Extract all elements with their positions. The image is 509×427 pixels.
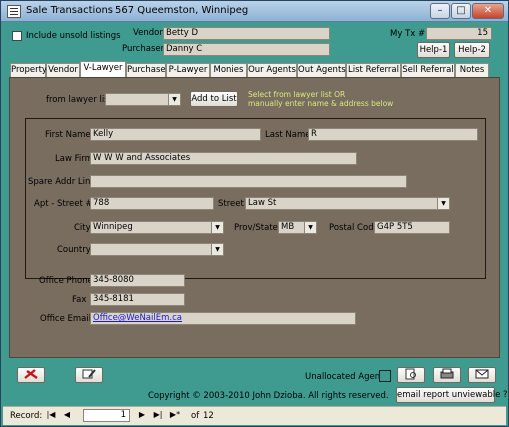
- current-record-field[interactable]: 1: [83, 409, 130, 422]
- email-report-unviewable-button[interactable]: email report unviewable ?: [396, 387, 508, 403]
- postal-code-label: Postal Code: [329, 223, 379, 233]
- email-icon[interactable]: [468, 367, 496, 383]
- tab-property[interactable]: Property: [10, 63, 47, 77]
- apt-street-label: Apt - Street #: [34, 199, 93, 209]
- print-preview-icon[interactable]: [397, 367, 425, 383]
- sale-transactions-window: Sale Transactions 567 Queemston, Winnipe…: [0, 0, 509, 427]
- street-value: Law St: [248, 198, 277, 208]
- last-name-label: Last Name: [265, 130, 311, 140]
- first-names-field[interactable]: Kelly: [90, 128, 261, 141]
- tab-out-agents[interactable]: Out Agents: [297, 63, 346, 77]
- record-label: Record:: [10, 411, 43, 421]
- spare-addr-field[interactable]: [90, 175, 407, 188]
- office-phone-field[interactable]: 345-8080: [90, 274, 185, 287]
- next-record-button[interactable]: ▶: [136, 409, 148, 421]
- unallocated-agents-label: Unallocated Agents: [305, 372, 388, 382]
- help-1-button[interactable]: Help-1: [417, 42, 450, 58]
- tab-p-lawyer[interactable]: P-Lawyer: [166, 63, 210, 77]
- edit-record-icon[interactable]: [75, 367, 103, 383]
- city-dropdown[interactable]: Winnipeg ▼: [90, 221, 224, 234]
- law-firm-label: Law Firm: [55, 154, 93, 164]
- prov-state-dropdown[interactable]: MB ▼: [278, 221, 317, 234]
- chevron-down-icon[interactable]: ▼: [211, 222, 223, 233]
- office-email-label: Office Email: [40, 314, 92, 324]
- first-names-label: First Names: [45, 130, 96, 140]
- chevron-down-icon[interactable]: ▼: [437, 198, 449, 209]
- include-unsold-label: Include unsold listings: [26, 31, 121, 41]
- vendor-field[interactable]: Betty D: [163, 27, 330, 40]
- country-label: Country: [57, 245, 91, 255]
- fax-field[interactable]: 345-8181: [90, 293, 185, 306]
- lawyer-list-dropdown[interactable]: ▼: [105, 93, 181, 106]
- hint-line-2: manually enter name & address below: [248, 99, 394, 108]
- last-name-field[interactable]: R: [308, 128, 478, 141]
- city-value: Winnipeg: [93, 222, 133, 232]
- chevron-down-icon[interactable]: ▼: [168, 94, 180, 105]
- street-dropdown[interactable]: Law St ▼: [245, 197, 450, 210]
- purchaser-field[interactable]: Danny C: [163, 43, 330, 56]
- help-2-button[interactable]: Help-2: [454, 42, 490, 58]
- tab-monies[interactable]: Monies: [210, 63, 247, 77]
- close-button[interactable]: ✕: [472, 3, 504, 19]
- minimize-button[interactable]: –: [430, 3, 450, 19]
- copyright-text: Copyright © 2003-2010 John Dzioba. All r…: [148, 391, 389, 401]
- tab-sell-referral[interactable]: Sell Referral: [401, 63, 455, 77]
- fax-label: Fax: [72, 295, 87, 305]
- form-icon: [7, 5, 21, 18]
- street-label: Street: [218, 199, 244, 209]
- tab-v-lawyer[interactable]: V-Lawyer: [80, 61, 126, 77]
- tab-list-referral[interactable]: List Referral: [346, 63, 401, 77]
- postal-code-field[interactable]: G4P 5T5: [374, 221, 450, 234]
- chevron-down-icon[interactable]: ▼: [211, 244, 223, 255]
- vendor-label: Vendor: [133, 28, 163, 38]
- include-unsold-checkbox[interactable]: [12, 31, 22, 41]
- delete-record-icon[interactable]: [17, 367, 45, 383]
- maximize-button[interactable]: □: [451, 3, 471, 19]
- lawyer-details-frame: First Names Kelly Last Name R Law Firm W…: [25, 118, 486, 279]
- unallocated-agents-indicator: [379, 370, 391, 382]
- first-record-button[interactable]: |◀: [45, 409, 57, 421]
- office-phone-label: Office Phone: [39, 276, 93, 286]
- window-address: 567 Queemston, Winnipeg: [115, 5, 249, 16]
- office-email-field[interactable]: Office@WeNailEm.ca: [90, 312, 356, 325]
- v-lawyer-panel: from lawyer list ▼ Add to List Select fr…: [9, 77, 500, 358]
- hint-line-1: Select from lawyer list OR: [248, 90, 346, 99]
- record-navigator: Record: |◀ ◀ 1 ▶ ▶| ▶* of 12: [3, 406, 506, 425]
- tab-our-agents[interactable]: Our Agents: [247, 63, 297, 77]
- from-lawyer-list-label: from lawyer list: [46, 95, 112, 105]
- chevron-down-icon[interactable]: ▼: [304, 222, 316, 233]
- city-label: City: [74, 223, 91, 233]
- spare-addr-label: Spare Addr Line: [28, 177, 96, 187]
- title-bar: Sale Transactions 567 Queemston, Winnipe…: [1, 1, 508, 22]
- my-tx-label: My Tx #: [390, 29, 426, 39]
- purchaser-label: Purchaser: [122, 44, 165, 54]
- tab-vendor[interactable]: Vendor: [46, 63, 80, 77]
- total-records: 12: [203, 411, 214, 421]
- add-to-list-button[interactable]: Add to List: [190, 91, 238, 107]
- new-record-button[interactable]: ▶*: [169, 409, 181, 421]
- apt-street-field[interactable]: 788: [90, 197, 214, 210]
- tab-purchaser[interactable]: Purchaser: [126, 63, 169, 77]
- tab-bar: Property Vendor V-Lawyer Purchaser P-Law…: [10, 61, 490, 77]
- tab-notes[interactable]: Notes: [455, 63, 489, 77]
- law-firm-field[interactable]: W W W and Associates: [90, 152, 357, 165]
- country-dropdown[interactable]: ▼: [90, 243, 224, 256]
- my-tx-field[interactable]: 15: [426, 27, 492, 40]
- prov-state-label: Prov/State: [234, 223, 278, 233]
- of-label: of: [191, 411, 200, 421]
- printer-icon[interactable]: [433, 367, 461, 383]
- window-title: Sale Transactions: [26, 5, 114, 16]
- previous-record-button[interactable]: ◀: [61, 409, 73, 421]
- last-record-button[interactable]: ▶|: [152, 409, 164, 421]
- prov-state-value: MB: [281, 222, 295, 232]
